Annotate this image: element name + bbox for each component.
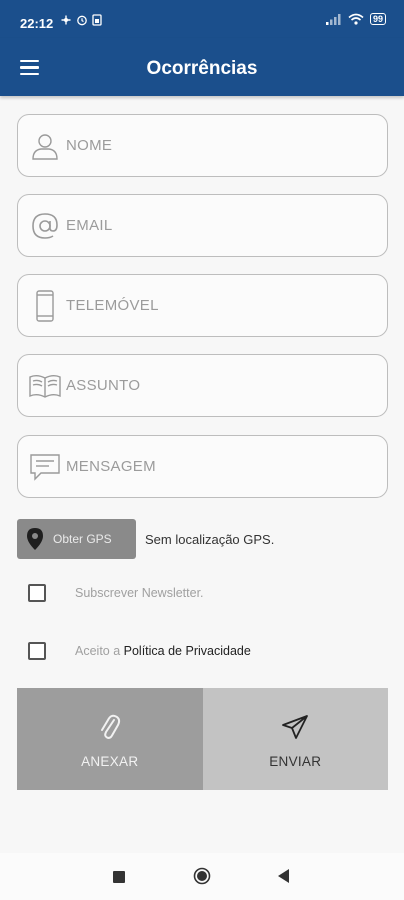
get-gps-label: Obter GPS: [53, 532, 112, 546]
recents-icon[interactable]: [113, 870, 125, 888]
send-button[interactable]: ENVIAR: [202, 688, 388, 790]
fan-icon: [61, 15, 71, 25]
name-placeholder: NOME: [66, 137, 113, 154]
home-icon[interactable]: [193, 867, 211, 890]
privacy-prefix: Aceito a: [75, 644, 124, 658]
name-field[interactable]: NOME: [17, 114, 388, 177]
privacy-policy-link[interactable]: Política de Privacidade: [124, 644, 251, 658]
privacy-row: Aceito a Política de Privacidade: [28, 642, 251, 660]
person-icon: [18, 126, 66, 166]
back-icon[interactable]: [278, 869, 290, 888]
wifi-icon: [348, 13, 364, 25]
gps-status-text: Sem localização GPS.: [145, 532, 275, 547]
status-time: 22:12: [20, 16, 54, 31]
status-left-icons: [60, 14, 102, 26]
status-bar: 22:12 99: [0, 0, 404, 38]
battery-icon: 99: [369, 13, 386, 25]
attach-label: ANEXAR: [81, 753, 139, 769]
alarm-icon: [77, 15, 87, 26]
privacy-label: Aceito a Política de Privacidade: [75, 644, 251, 658]
page-title: Ocorrências: [146, 58, 258, 79]
email-placeholder: EMAIL: [66, 217, 113, 234]
newsletter-row: Subscrever Newsletter.: [28, 584, 204, 602]
book-icon: [18, 366, 66, 406]
get-gps-button[interactable]: Obter GPS: [17, 519, 136, 559]
newsletter-checkbox[interactable]: [28, 584, 46, 602]
status-right-icons: 99: [325, 13, 386, 25]
location-pin-icon: [17, 527, 53, 551]
message-field[interactable]: MENSAGEM: [17, 435, 388, 498]
app-bar: Ocorrências: [0, 38, 404, 96]
send-label: ENVIAR: [269, 753, 322, 769]
email-field[interactable]: EMAIL: [17, 194, 388, 257]
privacy-checkbox[interactable]: [28, 642, 46, 660]
sim-icon: [92, 14, 102, 26]
action-buttons: ANEXAR ENVIAR: [17, 688, 388, 790]
phone-icon: [18, 286, 66, 326]
system-nav-bar: [0, 853, 404, 900]
at-icon: [18, 206, 66, 246]
paper-plane-icon: [281, 710, 309, 744]
phone-placeholder: TELEMÓVEL: [66, 297, 159, 314]
message-placeholder: MENSAGEM: [66, 458, 156, 475]
newsletter-label: Subscrever Newsletter.: [75, 586, 204, 600]
chat-icon: [18, 447, 66, 487]
subject-field[interactable]: ASSUNTO: [17, 354, 388, 417]
signal-icon: [325, 14, 341, 25]
attach-button[interactable]: ANEXAR: [17, 688, 203, 790]
phone-field[interactable]: TELEMÓVEL: [17, 274, 388, 337]
paperclip-icon: [99, 710, 121, 744]
subject-placeholder: ASSUNTO: [66, 377, 141, 394]
